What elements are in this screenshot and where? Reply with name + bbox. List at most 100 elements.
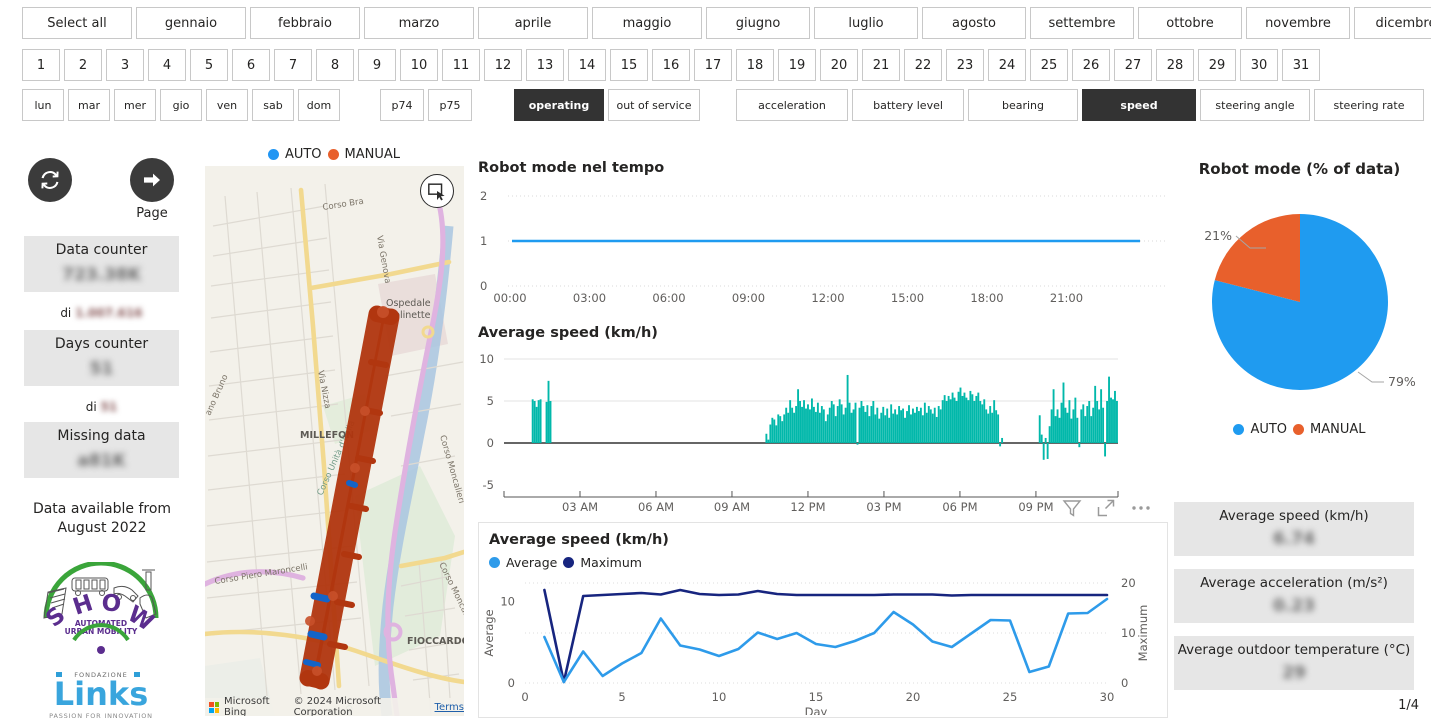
chart-robot-mode-over-time[interactable]: Robot mode nel tempo 0 1 2 00:00 03:00 06:00 0… xyxy=(478,160,1168,310)
chart-legend: Average Maximum xyxy=(489,555,642,570)
legend-label-auto: AUTO xyxy=(284,146,322,162)
month-button-maggio[interactable]: maggio xyxy=(592,7,702,39)
legend-label-manual: MANUAL xyxy=(1310,422,1366,437)
page-indicator: 1/4 xyxy=(1398,698,1419,713)
month-button-aprile[interactable]: aprile xyxy=(478,7,588,39)
day-button-18[interactable]: 18 xyxy=(736,49,774,81)
status-slicer[interactable]: operating out of service xyxy=(514,89,700,121)
signal-button-battery-level[interactable]: battery level xyxy=(852,89,964,121)
day-button-9[interactable]: 9 xyxy=(358,49,396,81)
day-button-19[interactable]: 19 xyxy=(778,49,816,81)
signal-button-steering-rate[interactable]: steering rate xyxy=(1314,89,1424,121)
month-button-agosto[interactable]: agosto xyxy=(922,7,1026,39)
map-terms-link[interactable]: Terms xyxy=(435,702,464,713)
chart-title: Robot mode nel tempo xyxy=(478,160,665,176)
status-button-operating[interactable]: operating xyxy=(514,89,604,121)
weekday-button-sab[interactable]: sab xyxy=(252,89,294,121)
chart-average-speed-by-day[interactable]: Average speed (km/h) Average Maximum 0 10… xyxy=(478,522,1168,718)
prototype-button-p74[interactable]: p74 xyxy=(380,89,424,121)
day-button-14[interactable]: 14 xyxy=(568,49,606,81)
chart-toolbar[interactable] xyxy=(1062,498,1152,522)
card-title: Days counter xyxy=(54,336,149,353)
map-canvas[interactable]: Corso Bra Via Genova Ospedale Molinette … xyxy=(205,166,464,716)
day-button-20[interactable]: 20 xyxy=(820,49,858,81)
day-button-28[interactable]: 28 xyxy=(1156,49,1194,81)
weekday-button-mer[interactable]: mer xyxy=(114,89,156,121)
prototype-button-p75[interactable]: p75 xyxy=(428,89,472,121)
bar-series xyxy=(531,374,1118,460)
day-button-25[interactable]: 25 xyxy=(1030,49,1068,81)
weekday-button-lun[interactable]: lun xyxy=(22,89,64,121)
map-select-icon[interactable] xyxy=(420,174,454,208)
day-button-5[interactable]: 5 xyxy=(190,49,228,81)
month-button-select-all[interactable]: Select all xyxy=(22,7,132,39)
y-tick-label: 5 xyxy=(487,394,494,408)
day-button-2[interactable]: 2 xyxy=(64,49,102,81)
signal-slicer[interactable]: acceleration battery level bearing speed ste… xyxy=(736,89,1424,121)
legend-dot-auto xyxy=(1233,424,1245,435)
day-button-13[interactable]: 13 xyxy=(526,49,564,81)
day-button-1[interactable]: 1 xyxy=(22,49,60,81)
month-button-settembre[interactable]: settembre xyxy=(1030,7,1134,39)
month-button-ottobre[interactable]: ottobre xyxy=(1138,7,1242,39)
more-options-icon[interactable] xyxy=(1130,498,1152,522)
signal-button-acceleration[interactable]: acceleration xyxy=(736,89,848,121)
x-tick-label: 00:00 xyxy=(493,291,526,305)
day-button-15[interactable]: 15 xyxy=(610,49,648,81)
arrow-right-icon[interactable] xyxy=(130,158,174,202)
status-button-out-of-service[interactable]: out of service xyxy=(608,89,700,121)
day-button-24[interactable]: 24 xyxy=(988,49,1026,81)
day-button-12[interactable]: 12 xyxy=(484,49,522,81)
day-button-4[interactable]: 4 xyxy=(148,49,186,81)
x-tick-label: 30 xyxy=(1100,690,1115,704)
prototype-slicer[interactable]: p74 p75 xyxy=(380,89,472,121)
day-button-23[interactable]: 23 xyxy=(946,49,984,81)
day-button-31[interactable]: 31 xyxy=(1282,49,1320,81)
day-button-29[interactable]: 29 xyxy=(1198,49,1236,81)
signal-button-bearing[interactable]: bearing xyxy=(968,89,1078,121)
day-button-17[interactable]: 17 xyxy=(694,49,732,81)
series-line-average xyxy=(543,597,1109,684)
pie-chart[interactable]: 21% 79% xyxy=(1188,190,1418,410)
month-button-giugno[interactable]: giugno xyxy=(706,7,810,39)
day-button-26[interactable]: 26 xyxy=(1072,49,1110,81)
weekday-button-dom[interactable]: dom xyxy=(298,89,340,121)
month-button-febbraio[interactable]: febbraio xyxy=(250,7,360,39)
weekday-button-ven[interactable]: ven xyxy=(206,89,248,121)
month-slicer[interactable]: Select all gennaio febbraio marzo aprile magg… xyxy=(22,7,1431,39)
weekday-button-mar[interactable]: mar xyxy=(68,89,110,121)
month-button-marzo[interactable]: marzo xyxy=(364,7,474,39)
day-button-30[interactable]: 30 xyxy=(1240,49,1278,81)
signal-button-speed[interactable]: speed xyxy=(1082,89,1196,121)
day-button-7[interactable]: 7 xyxy=(274,49,312,81)
day-button-21[interactable]: 21 xyxy=(862,49,900,81)
day-button-6[interactable]: 6 xyxy=(232,49,270,81)
x-tick-label: 09:00 xyxy=(732,291,765,305)
day-button-3[interactable]: 3 xyxy=(106,49,144,81)
month-button-luglio[interactable]: luglio xyxy=(814,7,918,39)
day-slicer[interactable]: 1 2 3 4 5 6 7 8 9 10 11 12 13 14 15 16 17 18 19 20 21 22 23 24 2… xyxy=(22,49,1320,81)
focus-mode-icon[interactable] xyxy=(1096,498,1116,522)
svg-text:H: H xyxy=(70,590,96,621)
map-legend: AUTO MANUAL xyxy=(200,144,468,164)
day-button-22[interactable]: 22 xyxy=(904,49,942,81)
day-button-8[interactable]: 8 xyxy=(316,49,354,81)
x-tick-label: 15:00 xyxy=(891,291,924,305)
day-button-10[interactable]: 10 xyxy=(400,49,438,81)
weekday-button-gio[interactable]: gio xyxy=(160,89,202,121)
filter-icon[interactable] xyxy=(1062,498,1082,522)
refresh-icon[interactable] xyxy=(28,158,72,202)
series-line-maximum xyxy=(543,588,1109,684)
weekday-slicer[interactable]: lun mar mer gio ven sab dom xyxy=(22,89,340,121)
month-button-gennaio[interactable]: gennaio xyxy=(136,7,246,39)
day-button-11[interactable]: 11 xyxy=(442,49,480,81)
month-button-novembre[interactable]: novembre xyxy=(1246,7,1350,39)
map-provider-label: Microsoft Bing xyxy=(224,696,270,716)
month-button-dicembre[interactable]: dicembre xyxy=(1354,7,1431,39)
x-tick-label: 06 PM xyxy=(942,500,977,514)
dashboard-root: Select all gennaio febbraio marzo aprile magg… xyxy=(0,0,1431,721)
x-tick-label: 09 AM xyxy=(714,500,750,514)
day-button-16[interactable]: 16 xyxy=(652,49,690,81)
signal-button-steering-angle[interactable]: steering angle xyxy=(1200,89,1310,121)
day-button-27[interactable]: 27 xyxy=(1114,49,1152,81)
